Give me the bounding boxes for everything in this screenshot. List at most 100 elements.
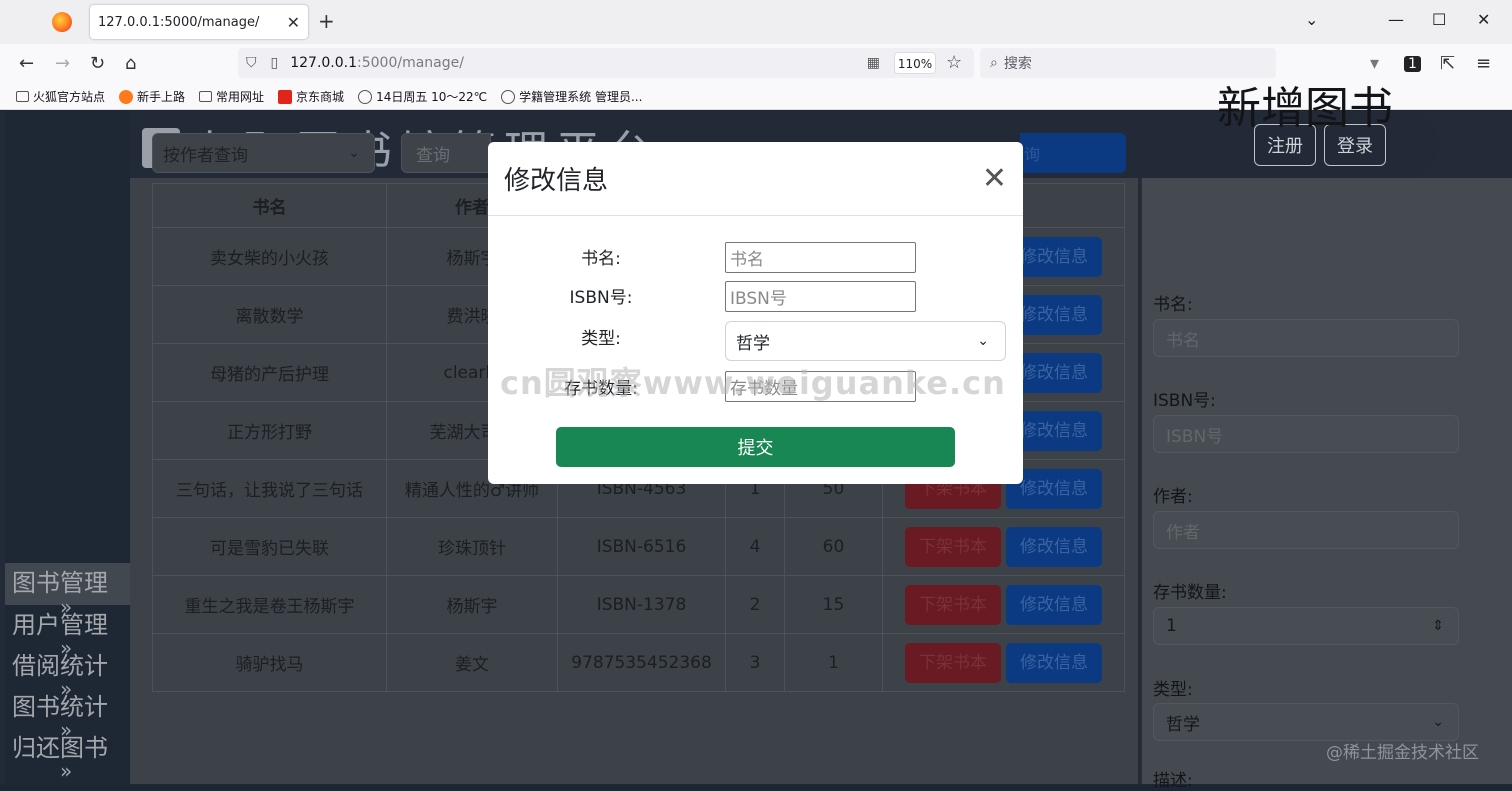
add-author-label: 作者: (1153, 487, 1193, 507)
add-isbn-input[interactable]: ISBN号 (1153, 415, 1459, 453)
cell-qty: 2 (725, 575, 785, 634)
sidebar-item-book-stats[interactable]: 图书统计 (12, 687, 108, 722)
submit-button[interactable]: 提交 (556, 427, 955, 467)
cell-actions: 下架书本修改信息 (882, 633, 1125, 692)
page-icon: ▯ (270, 55, 279, 71)
shield-icon[interactable]: ▾ (1370, 53, 1379, 74)
modal-isbn-label: ISBN号: (569, 288, 633, 308)
modal-title: 修改信息 (504, 166, 609, 196)
cell-isbn: 9787535452368 (557, 633, 726, 692)
sidebar-item-user-manage[interactable]: 用户管理 (12, 605, 108, 640)
bookmark-item[interactable]: 火狐官方站点 (16, 88, 105, 105)
jd-icon (278, 89, 293, 104)
delist-button[interactable]: 下架书本 (905, 526, 1001, 567)
add-type-value: 哲学 (1166, 714, 1200, 735)
column-header-name: 书名 (152, 183, 387, 228)
tracking-shield-icon[interactable]: ⛉ (246, 55, 257, 71)
cell-author: 珍珠顶针 (386, 517, 558, 576)
bookmark-star-icon[interactable]: ☆ (946, 52, 962, 73)
tab-close-icon[interactable]: ✕ (287, 13, 300, 32)
add-qty-stepper[interactable]: 1 ⇕ (1153, 607, 1459, 645)
reload-icon[interactable]: ↻ (90, 53, 105, 74)
cell-name: 卖女柴的小火孩 (152, 227, 387, 286)
cell-name: 重生之我是卷王杨斯宇 (152, 575, 387, 634)
sidebar-item-book-manage[interactable]: 图书管理 (12, 563, 108, 598)
close-icon[interactable]: ✕ (982, 163, 1007, 194)
edit-button[interactable]: 修改信息 (1006, 584, 1102, 625)
edit-button[interactable]: 修改信息 (1006, 642, 1102, 683)
zoom-level[interactable]: 110% (894, 52, 936, 74)
forward-icon[interactable]: → (55, 53, 70, 74)
source-credit: @稀土掘金技术社区 (1326, 743, 1479, 763)
cell-name: 骑驴找马 (152, 633, 387, 692)
cell-stock: 1 (784, 633, 883, 692)
bookmark-item[interactable]: 常用网址 (199, 88, 264, 105)
search-input[interactable]: 查询 (401, 133, 491, 173)
sidebar-item-borrow-stats[interactable]: 借阅统计 (12, 646, 108, 681)
bookmark-item[interactable]: 14日周五 10～22℃ (358, 88, 487, 105)
globe-icon (358, 89, 373, 104)
cell-isbn: ISBN-1378 (557, 575, 726, 634)
add-type-select[interactable]: 哲学 ⌄ (1153, 703, 1459, 741)
url-host: 127.0.0.1 (290, 55, 358, 71)
modal-type-select[interactable]: 哲学 ⌄ (725, 321, 1006, 361)
delist-button[interactable]: 下架书本 (905, 642, 1001, 683)
firefox-icon[interactable] (52, 12, 72, 32)
sidebar-item-return-book[interactable]: 归还图书 (12, 728, 108, 763)
new-tab-icon[interactable]: + (318, 9, 335, 33)
url-bar[interactable]: ⛉ ▯ 127.0.0.1 :5000/manage/ ▦ (238, 48, 974, 78)
add-book-title: 新增图书 (1217, 83, 1393, 134)
cell-qty: 4 (725, 517, 785, 576)
search-placeholder: 搜索 (1003, 56, 1032, 72)
folder-icon (199, 91, 213, 102)
tab-manage[interactable]: 127.0.0.1:5000/manage/ ✕ (90, 5, 308, 39)
cell-name: 母猪的产后护理 (152, 343, 387, 402)
edit-button[interactable]: 修改信息 (1006, 526, 1102, 567)
chevron-right-icon: » (60, 759, 73, 783)
chevron-down-icon: ⌄ (977, 333, 989, 349)
search-button[interactable]: 询 (1020, 133, 1126, 173)
add-name-label: 书名: (1153, 295, 1193, 315)
modal-isbn-input[interactable]: IBSN号 (725, 281, 916, 312)
home-icon[interactable]: ⌂ (125, 53, 136, 74)
edit-modal: 修改信息 ✕ 书名: 书名 ISBN号: IBSN号 类型: 哲学 ⌄ 存书数量… (488, 142, 1023, 484)
modal-header: 修改信息 ✕ (488, 142, 1023, 216)
table-row: 可是雪豹已失联 珍珠顶针 ISBN-6516 4 60 下架书本 修改信息 (152, 517, 1125, 576)
table-row: 骑驴找马 姜文 9787535452368 3 1 下架书本 修改信息 (152, 633, 1125, 692)
cell-actions: 下架书本修改信息 (882, 575, 1125, 634)
cell-name: 三句话，让我说了三句话 (152, 459, 387, 518)
cell-author: 杨斯宇 (386, 575, 558, 634)
globe-icon (501, 89, 516, 104)
menu-icon[interactable]: ≡ (1476, 53, 1491, 74)
back-icon[interactable]: ← (19, 53, 34, 74)
chevron-down-icon: ⌄ (348, 145, 360, 161)
tab-list-chevron-icon[interactable]: ⌄ (1305, 10, 1318, 29)
bookmark-item[interactable]: 京东商城 (278, 88, 344, 105)
add-book-panel (1140, 178, 1512, 784)
add-name-input[interactable]: 书名 (1153, 319, 1459, 357)
folder-icon (16, 91, 29, 102)
bookmark-item[interactable]: 新手上路 (119, 88, 185, 105)
qr-code-icon[interactable]: ▦ (867, 55, 880, 71)
cell-isbn: ISBN-6516 (557, 517, 726, 576)
minimize-icon[interactable]: — (1388, 10, 1404, 29)
stepper-icon[interactable]: ⇕ (1432, 618, 1444, 634)
chevron-down-icon: ⌄ (1432, 714, 1444, 730)
cell-name: 正方形打野 (152, 401, 387, 460)
search-mode-select[interactable]: 按作者查询 ⌄ (152, 133, 375, 173)
cell-stock: 15 (784, 575, 883, 634)
cell-stock: 60 (784, 517, 883, 576)
extension-badge-icon[interactable]: 1 (1404, 56, 1421, 72)
add-qty-label: 存书数量: (1153, 583, 1227, 603)
modal-type-label: 类型: (581, 329, 621, 349)
add-author-input[interactable]: 作者 (1153, 511, 1459, 549)
extensions-icon[interactable]: ⇱ (1440, 53, 1455, 74)
add-qty-value: 1 (1166, 616, 1177, 636)
firefox-icon (119, 89, 134, 104)
window-close-icon[interactable]: ✕ (1477, 10, 1490, 29)
cell-author: 姜文 (386, 633, 558, 692)
delist-button[interactable]: 下架书本 (905, 584, 1001, 625)
modal-name-input[interactable]: 书名 (725, 242, 916, 273)
maximize-icon[interactable]: ☐ (1432, 10, 1446, 29)
bookmark-item[interactable]: 学籍管理系统 管理员... (501, 88, 642, 105)
